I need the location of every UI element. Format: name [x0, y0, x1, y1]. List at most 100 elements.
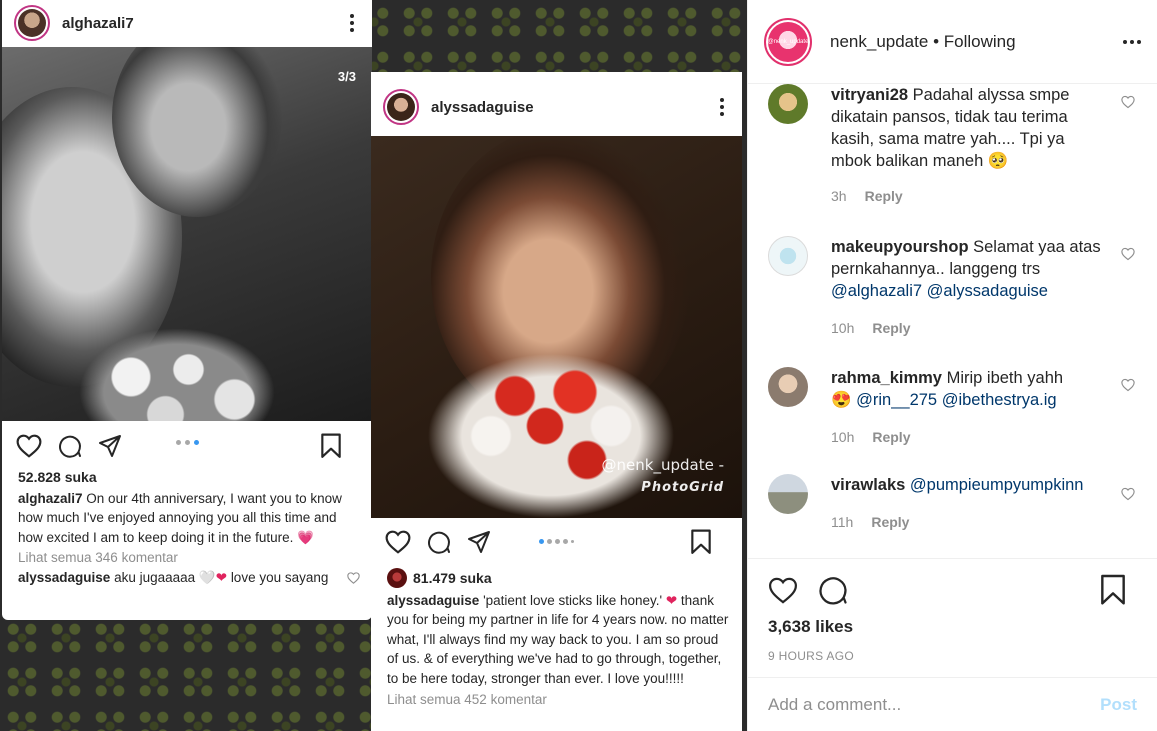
comment-username[interactable]: virawlaks: [831, 476, 905, 494]
separator-dot: •: [933, 31, 940, 51]
panel-user-line: nenk_update • Following: [830, 32, 1123, 52]
comment-icon[interactable]: [58, 434, 82, 458]
follow-status[interactable]: Following: [944, 32, 1016, 51]
panel-header: @nenk_update nenk_update • Following: [748, 0, 1157, 84]
post-timestamp[interactable]: 9 HOURS AGO: [768, 649, 854, 663]
avatar[interactable]: [768, 367, 808, 407]
more-options-icon[interactable]: [1123, 39, 1141, 44]
comment-username[interactable]: alyssadaguise: [18, 570, 110, 585]
post-header: alyssadaguise: [371, 84, 742, 130]
likes-row: 81.479 suka: [387, 568, 730, 589]
mention-link[interactable]: @pumpieumpyumpkinn: [910, 476, 1084, 494]
action-row: [768, 574, 1147, 606]
heart-icon[interactable]: [768, 577, 798, 604]
watermark-account: @nenk_update -: [601, 456, 724, 474]
photogrid-collage: alghazali7 3/3 52.828 suka alghazali7 On…: [0, 0, 747, 731]
share-icon[interactable]: [98, 434, 122, 458]
likes-count[interactable]: 3,638 likes: [768, 617, 853, 637]
mention-link[interactable]: @alghazali7: [831, 282, 922, 300]
more-options-icon[interactable]: [344, 13, 360, 33]
avatar[interactable]: [768, 84, 808, 124]
comment-like-icon[interactable]: [347, 571, 360, 584]
caption-username[interactable]: alghazali7: [18, 491, 83, 506]
comment-username[interactable]: makeupyourshop: [831, 238, 969, 256]
avatar[interactable]: @nenk_update: [764, 17, 812, 66]
comment-like-icon[interactable]: [1121, 247, 1135, 261]
post-photo[interactable]: @nenk_update - PhotoGrid: [371, 136, 742, 518]
watermark-app: PhotoGrid: [641, 480, 724, 495]
comment-meta: 10h Reply: [831, 429, 910, 445]
likes-count[interactable]: 52.828 suka: [18, 468, 360, 488]
bookmark-icon[interactable]: [1099, 574, 1127, 606]
post-text: 52.828 suka alghazali7 On our 4th annive…: [18, 468, 360, 587]
comment-time[interactable]: 10h: [831, 429, 854, 445]
comment-text: aku jugaaaaa: [114, 569, 196, 585]
avatar-label: @nenk_update: [768, 21, 808, 62]
comment-time[interactable]: 10h: [831, 320, 854, 336]
comments-list[interactable]: vitryani28 Padahal alyssa smpe dikatain …: [748, 84, 1157, 558]
comment-body: virawlaks @pumpieumpyumpkinn: [831, 474, 1101, 496]
comment-time[interactable]: 11h: [831, 514, 853, 530]
post-header: alghazali7: [2, 0, 372, 46]
comment-meta: 3h Reply: [831, 188, 903, 204]
avatar[interactable]: [768, 236, 808, 276]
post-actions: [16, 432, 358, 460]
caption-quote: 'patient love sticks like honey.': [483, 592, 663, 608]
comment-username[interactable]: vitryani28: [831, 86, 908, 104]
mention-link[interactable]: @rin__275: [856, 391, 937, 409]
post-detail-panel: @nenk_update nenk_update • Following vit…: [747, 0, 1157, 731]
comment-glyph: 🤍: [198, 569, 216, 585]
more-options-icon[interactable]: [714, 97, 730, 117]
caption-username[interactable]: alyssadaguise: [387, 593, 479, 608]
post-username[interactable]: alghazali7: [62, 15, 344, 32]
carousel-counter: 3/3: [337, 69, 356, 84]
post-text: 81.479 suka alyssadaguise 'patient love …: [387, 568, 730, 710]
reply-button[interactable]: Reply: [865, 188, 903, 204]
avatar[interactable]: [768, 474, 808, 514]
add-comment-input[interactable]: Add a comment...: [768, 695, 1100, 715]
comment-body: vitryani28 Padahal alyssa smpe dikatain …: [831, 84, 1101, 172]
comment-heart: ❤: [215, 569, 228, 585]
comment-text: Mirip ibeth yahh: [946, 369, 1064, 387]
mention-link[interactable]: @ibethestrya.ig: [942, 391, 1057, 409]
comment-username[interactable]: rahma_kimmy: [831, 369, 942, 387]
view-all-comments-link[interactable]: Lihat semua 452 komentar: [387, 690, 730, 710]
likes-count[interactable]: 81.479 suka: [413, 570, 492, 586]
mention-link[interactable]: @alyssadaguise: [927, 282, 1048, 300]
comment-meta: 10h Reply: [831, 320, 910, 336]
post-username[interactable]: alyssadaguise: [431, 99, 714, 116]
comment-tail: love you sayang: [230, 569, 329, 585]
comment-row: alyssadaguise aku jugaaaaa 🤍❤ love you s…: [18, 568, 360, 588]
add-comment-bar: Add a comment... Post: [748, 677, 1157, 731]
liker-avatar[interactable]: [387, 568, 407, 588]
reply-button[interactable]: Reply: [871, 514, 909, 530]
comment-body: makeupyourshop Selamat yaa atas pernkaha…: [831, 236, 1101, 302]
comment-like-icon[interactable]: [1121, 378, 1135, 392]
caption-emoji: 💗: [297, 529, 314, 545]
comment-like-icon[interactable]: [1121, 487, 1135, 501]
panel-actions: 3,638 likes 9 HOURS AGO Add a comment...…: [748, 558, 1157, 731]
reply-button[interactable]: Reply: [872, 320, 910, 336]
caption: alghazali7 On our 4th anniversary, I wan…: [18, 489, 360, 548]
avatar[interactable]: [383, 89, 419, 125]
comment-emoji: 😍: [831, 391, 852, 409]
bookmark-icon[interactable]: [320, 433, 342, 459]
post-card-alyssadaguise: alyssadaguise @nenk_update - PhotoGrid 8…: [371, 72, 742, 731]
view-all-comments-link[interactable]: Lihat semua 346 komentar: [18, 548, 360, 568]
comment-meta: 11h Reply: [831, 514, 909, 530]
caption-heart: ❤: [665, 592, 678, 608]
post-button[interactable]: Post: [1100, 695, 1137, 715]
carousel-dots: [2, 440, 372, 445]
comment-icon[interactable]: [818, 575, 848, 605]
caption: alyssadaguise 'patient love sticks like …: [387, 591, 730, 689]
comment-time[interactable]: 3h: [831, 188, 847, 204]
panel-username[interactable]: nenk_update: [830, 32, 928, 51]
reply-button[interactable]: Reply: [872, 429, 910, 445]
post-photo[interactable]: 3/3: [2, 47, 372, 421]
carousel-dots: [371, 539, 742, 544]
comment-emoji: 🥺: [987, 152, 1009, 170]
avatar[interactable]: [14, 5, 50, 41]
heart-icon[interactable]: [16, 434, 42, 458]
comment-body: rahma_kimmy Mirip ibeth yahh 😍 @rin__275 …: [831, 367, 1101, 411]
comment-like-icon[interactable]: [1121, 95, 1135, 109]
